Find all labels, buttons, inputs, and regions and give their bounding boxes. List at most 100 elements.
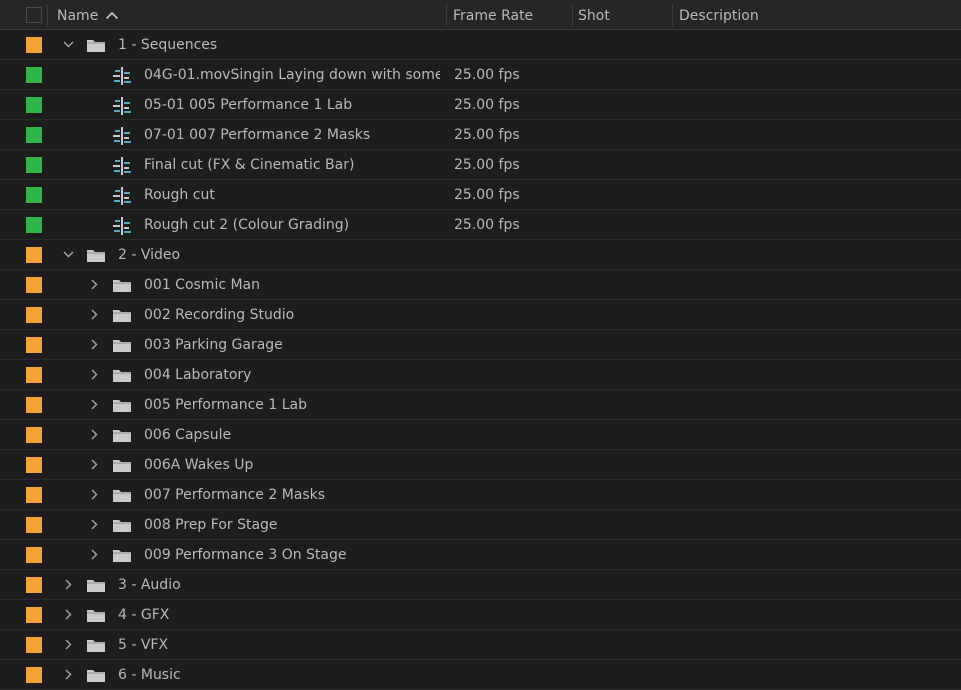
- bin-row[interactable]: 007 Performance 2 Masks: [0, 480, 961, 510]
- shot-column-header[interactable]: Shot: [578, 0, 610, 30]
- column-header: Name Frame Rate Shot Description: [0, 0, 961, 30]
- bin-row[interactable]: 006A Wakes Up: [0, 450, 961, 480]
- item-name[interactable]: 003 Parking Garage: [144, 330, 440, 360]
- folder-icon: [112, 450, 134, 480]
- bin-row[interactable]: 1 - Sequences: [0, 30, 961, 60]
- sequence-row[interactable]: Rough cut 25.00 fps: [0, 180, 961, 210]
- chevron-right-icon[interactable]: [86, 480, 102, 510]
- chevron-right-icon[interactable]: [60, 630, 76, 660]
- folder-icon: [112, 300, 134, 330]
- label-color-swatch[interactable]: [26, 97, 42, 113]
- column-divider[interactable]: [446, 4, 447, 26]
- folder-icon: [112, 420, 134, 450]
- item-name[interactable]: 5 - VFX: [118, 630, 440, 660]
- folder-icon: [112, 390, 134, 420]
- item-name[interactable]: 006A Wakes Up: [144, 450, 440, 480]
- label-color-swatch[interactable]: [26, 187, 42, 203]
- label-color-swatch[interactable]: [26, 607, 42, 623]
- bin-row[interactable]: 008 Prep For Stage: [0, 510, 961, 540]
- item-name[interactable]: 4 - GFX: [118, 600, 440, 630]
- sequence-row[interactable]: Final cut (FX & Cinematic Bar) 25.00 fps: [0, 150, 961, 180]
- bin-row[interactable]: 003 Parking Garage: [0, 330, 961, 360]
- item-name[interactable]: 007 Performance 2 Masks: [144, 480, 440, 510]
- chevron-right-icon[interactable]: [86, 270, 102, 300]
- folder-icon: [112, 330, 134, 360]
- bin-row[interactable]: 006 Capsule: [0, 420, 961, 450]
- label-color-swatch[interactable]: [26, 397, 42, 413]
- item-name[interactable]: 05-01 005 Performance 1 Lab: [144, 90, 440, 120]
- item-name[interactable]: 002 Recording Studio: [144, 300, 440, 330]
- sequence-row[interactable]: Rough cut 2 (Colour Grading) 25.00 fps: [0, 210, 961, 240]
- label-color-swatch[interactable]: [26, 517, 42, 533]
- name-column-header[interactable]: Name: [57, 0, 98, 30]
- chevron-right-icon[interactable]: [60, 570, 76, 600]
- item-name[interactable]: Final cut (FX & Cinematic Bar): [144, 150, 440, 180]
- sequence-row[interactable]: 05-01 005 Performance 1 Lab 25.00 fps: [0, 90, 961, 120]
- sequence-row[interactable]: 04G-01.movSingin Laying down with some c…: [0, 60, 961, 90]
- column-divider[interactable]: [47, 4, 48, 26]
- label-color-swatch[interactable]: [26, 577, 42, 593]
- column-divider[interactable]: [672, 4, 673, 26]
- label-color-swatch[interactable]: [26, 247, 42, 263]
- item-name[interactable]: 3 - Audio: [118, 570, 440, 600]
- chevron-right-icon[interactable]: [86, 510, 102, 540]
- bin-row[interactable]: 009 Performance 3 On Stage: [0, 540, 961, 570]
- label-color-swatch[interactable]: [26, 37, 42, 53]
- label-color-swatch[interactable]: [26, 457, 42, 473]
- bin-row[interactable]: 2 - Video: [0, 240, 961, 270]
- label-color-swatch[interactable]: [26, 487, 42, 503]
- sequence-icon: [112, 120, 134, 150]
- chevron-down-icon[interactable]: [60, 30, 76, 60]
- sequence-row[interactable]: 07-01 007 Performance 2 Masks 25.00 fps: [0, 120, 961, 150]
- item-name[interactable]: 1 - Sequences: [118, 30, 440, 60]
- label-color-swatch[interactable]: [26, 547, 42, 563]
- label-color-swatch[interactable]: [26, 337, 42, 353]
- item-name[interactable]: 04G-01.movSingin Laying down with some c…: [144, 60, 440, 90]
- chevron-right-icon[interactable]: [86, 330, 102, 360]
- chevron-right-icon[interactable]: [86, 540, 102, 570]
- chevron-right-icon[interactable]: [86, 300, 102, 330]
- item-name[interactable]: 009 Performance 3 On Stage: [144, 540, 440, 570]
- label-color-swatch[interactable]: [26, 277, 42, 293]
- item-name[interactable]: 006 Capsule: [144, 420, 440, 450]
- folder-icon: [86, 570, 108, 600]
- chevron-right-icon[interactable]: [86, 390, 102, 420]
- bin-row[interactable]: 002 Recording Studio: [0, 300, 961, 330]
- bin-row[interactable]: 001 Cosmic Man: [0, 270, 961, 300]
- label-color-swatch[interactable]: [26, 217, 42, 233]
- chevron-right-icon[interactable]: [60, 600, 76, 630]
- label-color-swatch[interactable]: [26, 67, 42, 83]
- chevron-right-icon[interactable]: [86, 450, 102, 480]
- item-name[interactable]: 2 - Video: [118, 240, 440, 270]
- description-column-header[interactable]: Description: [679, 0, 759, 30]
- item-name[interactable]: 001 Cosmic Man: [144, 270, 440, 300]
- bin-row[interactable]: 004 Laboratory: [0, 360, 961, 390]
- label-column-header[interactable]: [26, 7, 42, 23]
- bin-row[interactable]: 4 - GFX: [0, 600, 961, 630]
- label-color-swatch[interactable]: [26, 157, 42, 173]
- item-name[interactable]: 008 Prep For Stage: [144, 510, 440, 540]
- sort-ascending-icon[interactable]: [105, 11, 119, 20]
- label-color-swatch[interactable]: [26, 637, 42, 653]
- label-color-swatch[interactable]: [26, 307, 42, 323]
- chevron-right-icon[interactable]: [86, 360, 102, 390]
- bin-row[interactable]: 005 Performance 1 Lab: [0, 390, 961, 420]
- item-name[interactable]: 004 Laboratory: [144, 360, 440, 390]
- project-panel: Name Frame Rate Shot Description 1 - Seq…: [0, 0, 961, 690]
- item-name[interactable]: 005 Performance 1 Lab: [144, 390, 440, 420]
- folder-icon: [86, 630, 108, 660]
- frame-rate-column-header[interactable]: Frame Rate: [453, 0, 533, 30]
- label-color-swatch[interactable]: [26, 367, 42, 383]
- item-name[interactable]: Rough cut 2 (Colour Grading): [144, 210, 440, 240]
- label-color-swatch[interactable]: [26, 427, 42, 443]
- chevron-down-icon[interactable]: [60, 240, 76, 270]
- sequence-icon: [112, 210, 134, 240]
- item-name[interactable]: Rough cut: [144, 180, 440, 210]
- bin-row[interactable]: 5 - VFX: [0, 630, 961, 660]
- bin-row[interactable]: 3 - Audio: [0, 570, 961, 600]
- label-color-swatch[interactable]: [26, 127, 42, 143]
- item-name[interactable]: 07-01 007 Performance 2 Masks: [144, 120, 440, 150]
- column-divider[interactable]: [572, 4, 573, 26]
- chevron-right-icon[interactable]: [86, 420, 102, 450]
- label-color-swatch[interactable]: [26, 667, 42, 683]
